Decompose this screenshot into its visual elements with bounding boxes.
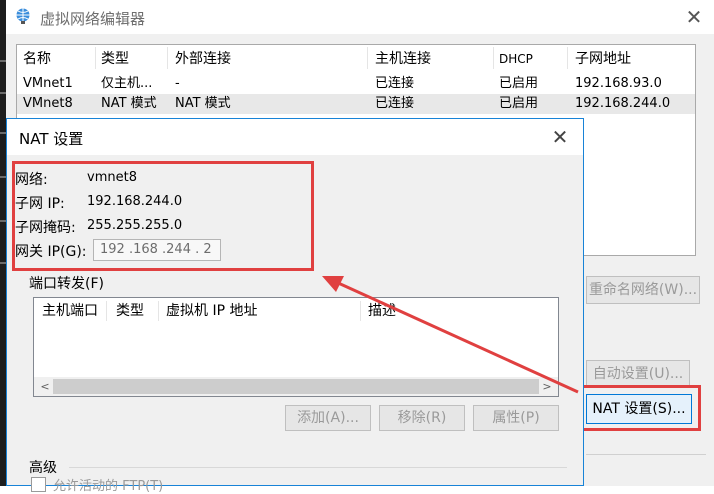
annotation-arrow: [322, 276, 579, 394]
virtual-network-editor-window: 虚拟网络编辑器 ✕ 名称 类型 外部连接 主机连接 DHCP 子网地址 VMne…: [6, 0, 714, 494]
